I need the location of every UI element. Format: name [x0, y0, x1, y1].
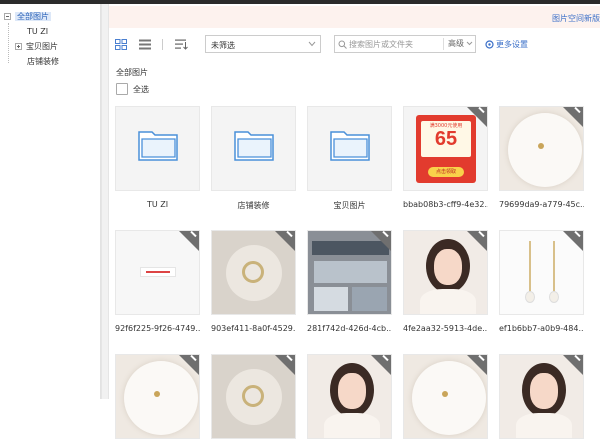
image-corner-badge — [179, 355, 199, 375]
folder-thumbnail[interactable] — [211, 106, 296, 191]
search-icon — [338, 40, 347, 49]
more-settings-label: 更多设置 — [496, 40, 528, 49]
item-caption[interactable]: 903ef411-8a0f-4529... — [211, 324, 296, 333]
toolbar: 未筛选 高级 更多设置 — [109, 34, 600, 56]
search-box: 高级 — [334, 35, 476, 53]
advanced-label: 高级 — [448, 39, 464, 48]
coupon-amount: 65 — [434, 128, 458, 150]
checkbox[interactable] — [116, 83, 128, 95]
item-caption[interactable]: TU ZI — [115, 200, 200, 209]
notice-link[interactable]: 图片空间新版 — [552, 13, 600, 24]
image-thumbnail[interactable] — [403, 354, 488, 439]
image-thumbnail[interactable] — [211, 354, 296, 439]
advanced-search-dropdown[interactable]: 高级 — [443, 38, 473, 50]
folder-thumbnail[interactable] — [307, 106, 392, 191]
select-all-label: 全选 — [133, 84, 149, 94]
image-corner-badge — [371, 231, 391, 251]
tree-item-label: 宝贝图片 — [26, 42, 58, 51]
image-thumbnail[interactable]: 满3000元使用 65 点击领取 — [403, 106, 488, 191]
tree-item-product-images[interactable]: 宝贝图片 — [15, 40, 58, 53]
image-corner-badge — [467, 107, 487, 127]
image-thumbnail[interactable] — [499, 230, 584, 315]
breadcrumb: 全部图片 — [116, 68, 148, 77]
image-thumbnail[interactable] — [307, 354, 392, 439]
item-caption[interactable]: 92f6f225-9f26-4749... — [115, 324, 200, 333]
folder-tree-sidebar: 全部图片 TU ZI 宝贝图片 店铺装修 — [0, 4, 101, 399]
tree-item-label: 全部图片 — [15, 12, 51, 21]
toolbar-divider — [162, 39, 163, 50]
item-caption[interactable]: ef1b6bb7-a0b9-484... — [499, 324, 584, 333]
more-settings-link[interactable]: 更多设置 — [485, 39, 528, 50]
image-corner-badge — [275, 231, 295, 251]
image-thumbnail[interactable] — [499, 354, 584, 439]
tree-item-label: TU ZI — [27, 27, 49, 36]
sort-icon[interactable] — [175, 39, 188, 50]
image-corner-badge — [563, 231, 583, 251]
filter-select[interactable]: 未筛选 — [205, 35, 321, 53]
select-all-checkbox[interactable]: 全选 — [116, 83, 149, 97]
grid-view-icon[interactable] — [115, 39, 127, 50]
list-view-icon[interactable] — [139, 39, 151, 50]
image-corner-badge — [467, 231, 487, 251]
image-thumbnail[interactable] — [307, 230, 392, 315]
image-thumbnail[interactable] — [115, 354, 200, 439]
item-caption[interactable]: 79699da9-a779-45c... — [499, 200, 584, 209]
tree-connector — [8, 23, 9, 63]
sidebar-scrollbar[interactable] — [101, 4, 109, 399]
tree-item-all-images[interactable]: 全部图片 — [4, 10, 51, 23]
image-corner-badge — [371, 355, 391, 375]
chevron-down-icon — [308, 41, 316, 47]
tree-item-label: 店铺装修 — [27, 57, 59, 66]
search-input[interactable] — [349, 38, 443, 50]
image-thumbnail[interactable] — [403, 230, 488, 315]
item-caption[interactable]: 店铺装修 — [211, 200, 296, 211]
tree-item-store-decoration[interactable]: 店铺装修 — [27, 55, 59, 68]
image-thumbnail[interactable] — [115, 230, 200, 315]
image-corner-badge — [467, 355, 487, 375]
folder-thumbnail[interactable] — [115, 106, 200, 191]
coupon-claim: 点击领取 — [428, 167, 464, 177]
item-caption[interactable]: 281f742d-426d-4cb... — [307, 324, 392, 333]
image-thumbnail[interactable] — [211, 230, 296, 315]
collapse-icon[interactable] — [4, 13, 11, 20]
item-caption[interactable]: bbab08b3-cff9-4e32... — [403, 200, 488, 209]
item-caption[interactable]: 4fe2aa32-5913-4de... — [403, 324, 488, 333]
image-corner-badge — [563, 107, 583, 127]
image-corner-badge — [179, 231, 199, 251]
notice-bar: 图片空间新版 — [109, 6, 600, 28]
image-corner-badge — [275, 355, 295, 375]
gear-icon — [485, 40, 494, 49]
item-caption[interactable]: 宝贝图片 — [307, 200, 392, 211]
image-corner-badge — [563, 355, 583, 375]
folder-icon — [233, 126, 275, 164]
expand-icon[interactable] — [15, 43, 22, 50]
folder-icon — [137, 126, 179, 164]
chevron-down-icon — [466, 41, 473, 46]
image-thumbnail[interactable] — [499, 106, 584, 191]
main-panel: 图片空间新版 未筛选 高级 更多设置 全部图片 全选 TU ZI 店铺装修宝贝图片… — [109, 4, 600, 439]
filter-value: 未筛选 — [211, 41, 235, 50]
folder-icon — [329, 126, 371, 164]
tree-item-tuzi[interactable]: TU ZI — [27, 25, 48, 38]
